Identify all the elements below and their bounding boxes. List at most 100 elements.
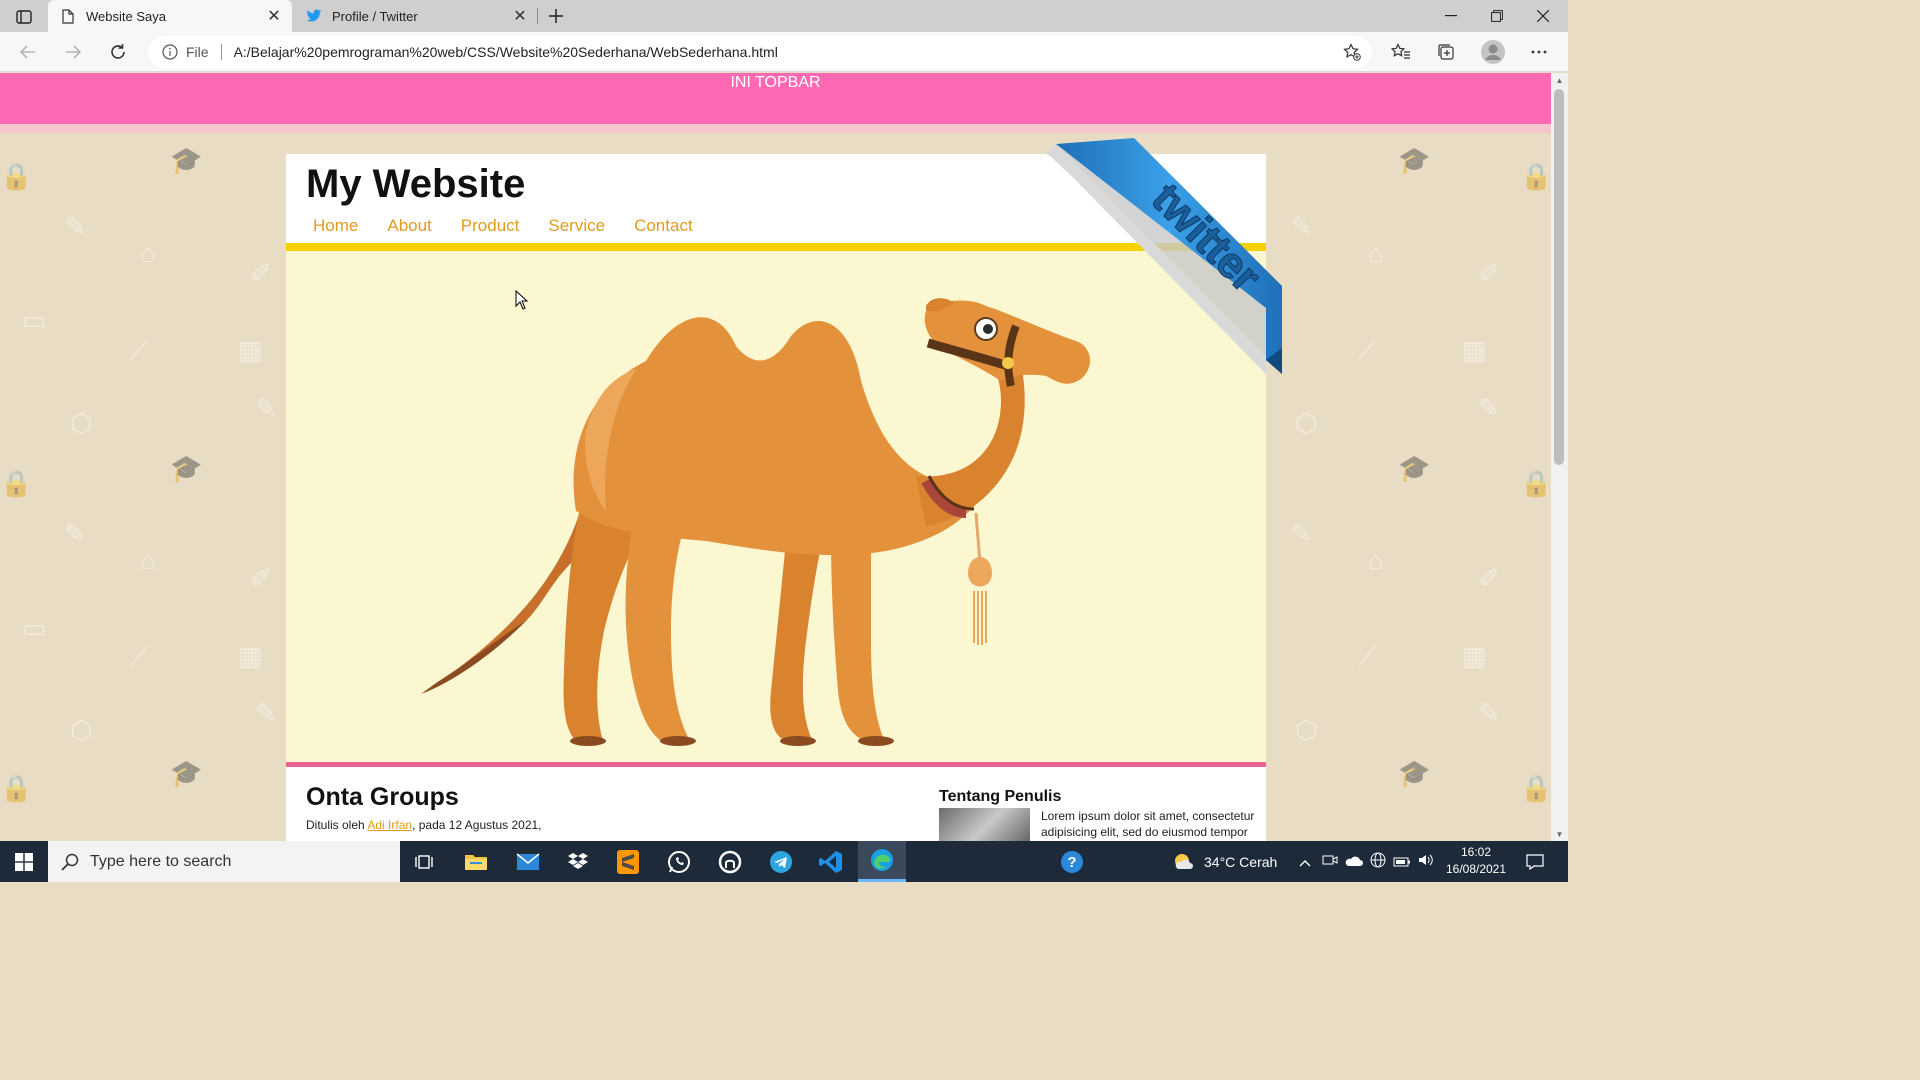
twitter-ribbon[interactable]: twitter	[1046, 138, 1286, 378]
weather-text: 34°C Cerah	[1204, 853, 1278, 870]
calculator-pattern-icon: ▦	[1462, 641, 1487, 671]
menu-about-link[interactable]: About	[387, 216, 431, 236]
taskbar-search-box[interactable]: Type here to search	[48, 841, 400, 882]
lock-pattern-icon: 🔒	[1520, 161, 1551, 191]
collections-icon	[1438, 44, 1454, 60]
article-byline: Ditulis oleh Adi Irfan, pada 12 Agustus …	[306, 818, 542, 832]
start-button[interactable]	[0, 841, 48, 882]
info-icon[interactable]	[162, 44, 178, 60]
notification-icon	[1526, 853, 1544, 870]
calculator-pattern-icon: ▦	[1462, 335, 1487, 365]
easel-pattern-icon: ⌂	[1368, 238, 1384, 268]
help-button[interactable]: ?	[1048, 841, 1096, 882]
task-view-button[interactable]	[400, 841, 448, 882]
taskbar-clock[interactable]: 16:02 16/08/2021	[1440, 844, 1512, 878]
tab-actions-button[interactable]	[10, 6, 38, 28]
system-tray	[1296, 841, 1438, 882]
pencil-pattern-icon: ✎	[255, 393, 277, 423]
more-dots-icon	[1531, 50, 1547, 54]
graduation-cap-pattern-icon: 🎓	[1398, 145, 1431, 175]
restore-button[interactable]	[1474, 0, 1520, 32]
mail-button[interactable]	[504, 841, 552, 882]
menu-product-link[interactable]: Product	[461, 216, 520, 236]
forward-button[interactable]	[59, 38, 87, 66]
telegram-button[interactable]	[757, 841, 805, 882]
cube-pattern-icon: ⬡	[1295, 408, 1318, 438]
tab-actions-icon	[16, 10, 32, 24]
lock-pattern-icon: 🔒	[1520, 468, 1551, 498]
github-desktop-button[interactable]	[706, 841, 754, 882]
minimize-button[interactable]	[1428, 0, 1474, 32]
graduation-cap-pattern-icon: 🎓	[1398, 758, 1431, 788]
page-scrollbar[interactable]: ▲ ▼	[1551, 73, 1568, 841]
settings-menu-button[interactable]	[1524, 38, 1554, 66]
task-view-icon	[415, 854, 433, 869]
lock-pattern-icon: 🔒	[0, 468, 33, 498]
author-photo	[939, 808, 1030, 841]
author-link[interactable]: Adi Irfan	[367, 818, 412, 832]
sublime-text-button[interactable]	[604, 841, 652, 882]
graduation-cap-pattern-icon: 🎓	[170, 758, 203, 788]
github-desktop-icon	[718, 850, 742, 873]
pencil-pattern-icon: ✎	[1290, 211, 1312, 241]
brush-pattern-icon: ✐	[250, 258, 272, 288]
graduation-cap-pattern-icon: 🎓	[170, 145, 203, 175]
tab-title: Profile / Twitter	[332, 8, 418, 24]
browser-tabstrip: Website Saya ✕ Profile / Twitter ✕	[0, 0, 1568, 32]
svg-text:?: ?	[1067, 854, 1076, 871]
page-icon	[60, 8, 76, 24]
refresh-icon	[111, 44, 125, 59]
weather-widget[interactable]: 34°C Cerah	[1172, 841, 1277, 882]
close-tab-button[interactable]: ✕	[264, 6, 284, 26]
weather-sun-cloud-icon	[1175, 853, 1193, 869]
volume-icon[interactable]	[1414, 853, 1438, 870]
scrollbar-thumb[interactable]	[1554, 89, 1564, 465]
mail-icon	[516, 852, 540, 870]
vscode-button[interactable]	[807, 841, 855, 882]
scroll-up-arrow-icon[interactable]: ▲	[1551, 73, 1568, 87]
scroll-down-arrow-icon[interactable]: ▼	[1551, 827, 1568, 841]
lock-pattern-icon: 🔒	[1520, 773, 1551, 803]
collections-button[interactable]	[1431, 38, 1461, 66]
notification-center-button[interactable]	[1518, 841, 1552, 882]
url-text[interactable]: A:/Belajar%20pemrograman%20web/CSS/Websi…	[234, 44, 1340, 60]
close-window-button[interactable]	[1520, 0, 1566, 32]
onedrive-icon[interactable]	[1342, 854, 1366, 870]
address-separator	[220, 44, 222, 60]
meet-now-icon[interactable]	[1318, 853, 1342, 870]
edge-button[interactable]	[858, 841, 906, 882]
profile-button[interactable]	[1478, 38, 1508, 66]
refresh-button[interactable]	[104, 38, 132, 66]
close-tab-button[interactable]: ✕	[510, 6, 530, 26]
network-globe-icon[interactable]	[1366, 852, 1390, 871]
page-viewport: 🎓 🔒 ✎ ⌂ ✐ ▭ ▦ ⟋ ✎ ⬡ 🎓 🔒 ✎ ⌂ ✐ ▭ ▦ ⟋ ✎ ⬡ …	[0, 73, 1551, 841]
minimize-icon	[1445, 15, 1457, 17]
menu-service-link[interactable]: Service	[548, 216, 605, 236]
chevron-up-icon[interactable]	[1296, 854, 1314, 870]
cube-pattern-icon: ⬡	[70, 715, 93, 745]
favorites-button[interactable]	[1386, 38, 1416, 66]
restore-icon	[1491, 10, 1503, 22]
ruler-pattern-icon: ⟋	[130, 335, 149, 365]
address-bar[interactable]: File A:/Belajar%20pemrograman%20web/CSS/…	[148, 36, 1372, 68]
whatsapp-button[interactable]	[655, 841, 703, 882]
sublime-text-icon	[617, 849, 639, 874]
site-title: My Website	[306, 162, 526, 206]
menu-home-link[interactable]: Home	[313, 216, 358, 236]
file-explorer-button[interactable]	[452, 841, 500, 882]
menu-contact-link[interactable]: Contact	[634, 216, 693, 236]
tab-website-saya[interactable]: Website Saya ✕	[48, 0, 292, 32]
brush-pattern-icon: ✐	[1478, 258, 1500, 288]
back-button[interactable]	[14, 38, 42, 66]
new-tab-button[interactable]	[544, 4, 568, 28]
tab-title: Website Saya	[86, 8, 166, 24]
graduation-cap-pattern-icon: 🎓	[170, 453, 203, 483]
aside-text: Lorem ipsum dolor sit amet, consectetur …	[1041, 809, 1255, 839]
whatsapp-icon	[668, 850, 690, 873]
dropbox-button[interactable]	[554, 841, 602, 882]
add-favorite-button[interactable]	[1340, 40, 1364, 64]
tab-profile-twitter[interactable]: Profile / Twitter ✕	[294, 0, 538, 32]
battery-icon[interactable]	[1390, 854, 1414, 870]
windows-taskbar: Type here to search ? 34°C Cerah 16:02 1…	[0, 841, 1568, 882]
file-scheme-label: File	[186, 44, 209, 60]
